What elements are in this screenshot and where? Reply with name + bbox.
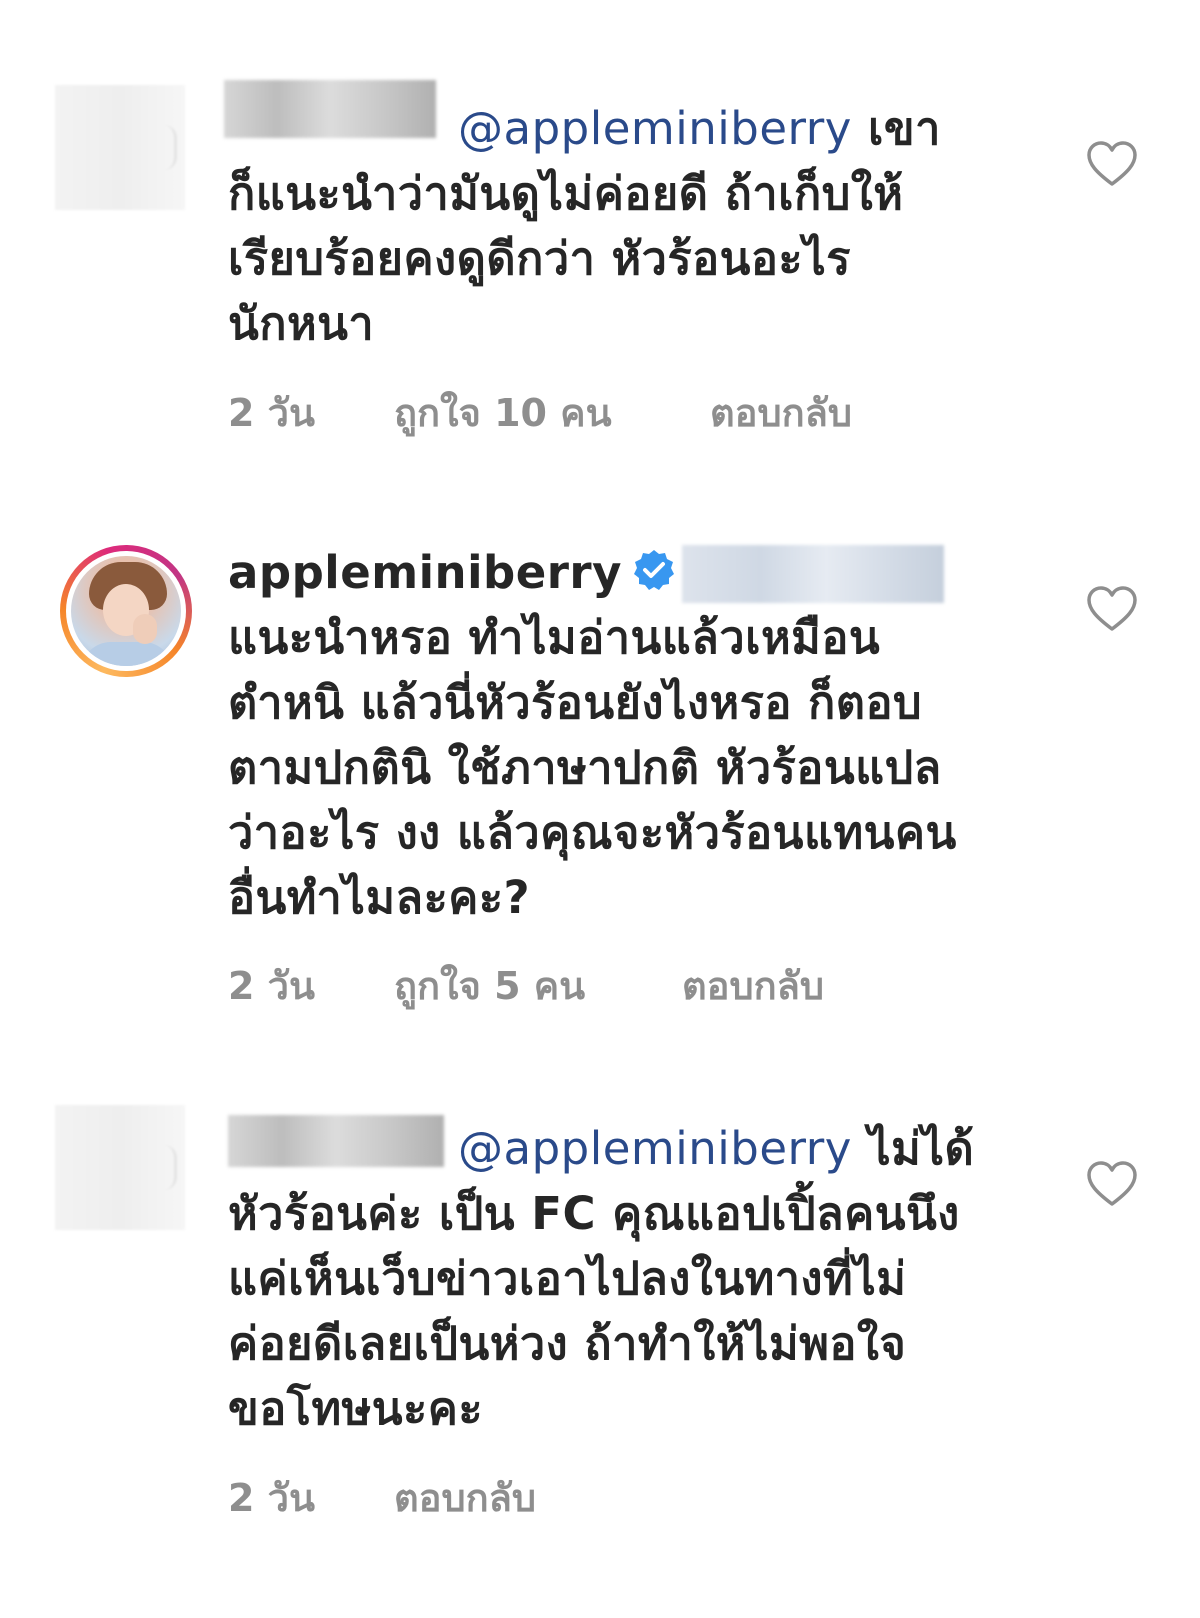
verified-badge-icon [633, 550, 674, 590]
comment-text: @appleminiberry เขา ก็แนะนำว่ามันดูไม่ค่… [228, 96, 1028, 356]
comment-text: @appleminiberry ไม่ได้ หัวร้อนค่ะ เป็น F… [228, 1116, 1028, 1441]
comment-line: แค่เห็นเว็บข่าวเอาไปลงในทางที่ไม่ [228, 1252, 907, 1305]
reply-button[interactable]: ตอบกลับ [394, 1467, 536, 1528]
comment-line: ก็แนะนำว่ามันดูไม่ค่อยดี ถ้าเก็บให้ [228, 167, 904, 220]
avatar-blurred[interactable] [55, 85, 185, 210]
comment-line: ตามปกตินิ ใช้ภาษาปกติ หัวร้อนแปล [228, 741, 942, 794]
comment-line: ว่าอะไร งง แล้วคุณจะหัวร้อนแทนคน [228, 806, 957, 859]
heart-outline-icon[interactable] [1086, 140, 1138, 188]
avatar-photo [71, 556, 181, 666]
likes-count-link[interactable]: ถูกใจ 10 คน [394, 382, 612, 443]
comment-time: 2 วัน [228, 964, 315, 1008]
comment-line: เขา [868, 102, 941, 155]
comment-line: ขอโทษนะคะ [228, 1382, 483, 1435]
mentioned-user-blurred[interactable] [682, 545, 944, 603]
comment-time: 2 วัน [228, 391, 315, 435]
mention-link[interactable]: @appleminiberry [458, 1122, 852, 1175]
comment-line: นักหนา [228, 297, 375, 350]
heart-outline-icon[interactable] [1086, 1160, 1138, 1208]
comment-line: ไม่ได้ [868, 1122, 975, 1175]
avatar-blurred[interactable] [55, 1105, 185, 1230]
mention-link[interactable]: @appleminiberry [458, 102, 852, 155]
likes-count-link[interactable]: ถูกใจ 5 คน [394, 955, 585, 1016]
comment-line: ค่อยดีเลยเป็นห่วง ถ้าทำให้ไม่พอใจ [228, 1317, 907, 1370]
comment-line: อื่นทำไมละคะ? [228, 871, 531, 924]
comment-line: แนะนำหรอ ทำไมอ่านแล้วเหมือน [228, 611, 881, 664]
comment-line: เรียบร้อยคงดูดีกว่า หัวร้อนอะไร [228, 232, 851, 285]
comment-line: หัวร้อนค่ะ เป็น FC คุณแอปเปิ้ลคนนึง [228, 1187, 960, 1240]
comment-time: 2 วัน [228, 1476, 315, 1520]
heart-outline-icon[interactable] [1086, 585, 1138, 633]
reply-button[interactable]: ตอบกลับ [682, 955, 824, 1016]
comment-line: ตำหนิ แล้วนี่หัวร้อนยังไงหรอ ก็ตอบ [228, 676, 923, 729]
username-link[interactable]: appleminiberry [228, 546, 622, 599]
avatar[interactable] [60, 545, 192, 677]
reply-button[interactable]: ตอบกลับ [710, 382, 852, 443]
